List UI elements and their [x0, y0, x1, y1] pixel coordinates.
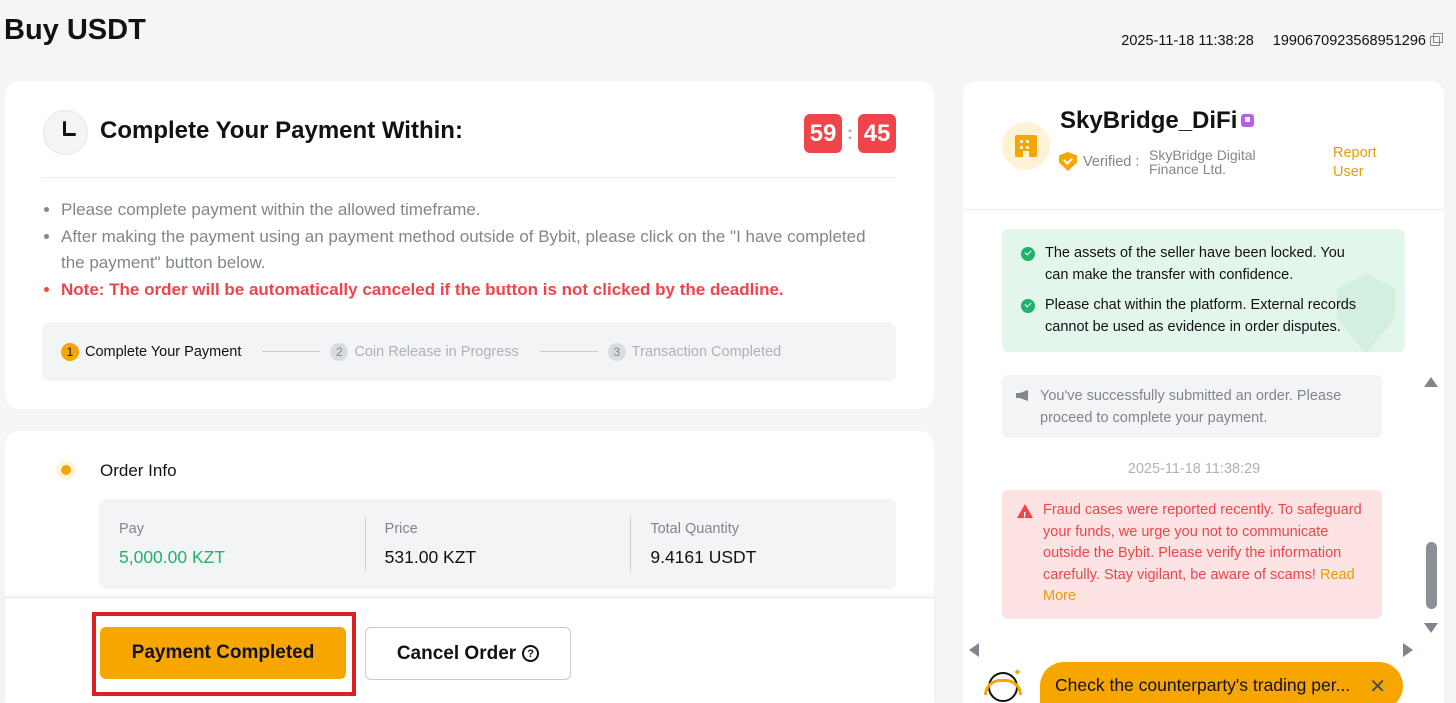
- scroll-right-arrow-icon[interactable]: [1403, 643, 1413, 657]
- seller-name[interactable]: SkyBridge_DiFi: [1060, 107, 1237, 135]
- price-column: Price 531.00 KZT: [364, 499, 631, 589]
- support-avatar[interactable]: ✦: [984, 666, 1022, 703]
- megaphone-icon: [1016, 390, 1030, 401]
- check-circle-icon: [1021, 299, 1035, 313]
- company-name: SkyBridge Digital Finance Ltd.: [1149, 147, 1256, 177]
- message-timestamp: 2025-11-18 11:38:29: [1127, 461, 1261, 477]
- pay-label: Pay: [119, 521, 144, 537]
- system-message-text: You've successfully submitted an order. …: [1040, 388, 1342, 426]
- price-value: 531.00 KZT: [384, 547, 477, 567]
- assurance-text: The assets of the seller have been locke…: [1045, 245, 1345, 283]
- payment-timer-card: Complete Your Payment Within: 59 : 45 Pl…: [5, 81, 934, 409]
- report-user-link[interactable]: Report User: [1333, 144, 1393, 182]
- dot-icon: [56, 460, 76, 480]
- scroll-down-arrow-icon[interactable]: [1424, 623, 1438, 633]
- step-number: 2: [330, 342, 349, 361]
- pay-column: Pay 5,000.00 KZT: [99, 499, 365, 589]
- quantity-column: Total Quantity 9.4161 USDT: [630, 499, 896, 589]
- tip-bubble[interactable]: Check the counterparty's trading per... …: [1040, 662, 1403, 703]
- tip-text: Check the counterparty's trading per...: [1055, 675, 1351, 695]
- timer-title: Complete Your Payment Within:: [100, 117, 463, 144]
- sparkle-icon: ✦: [1012, 667, 1022, 679]
- check-circle-icon: [1021, 247, 1035, 261]
- verified-label: Verified :: [1083, 154, 1140, 170]
- system-message: You've successfully submitted an order. …: [1002, 375, 1382, 438]
- scrollbar-thumb[interactable]: [1426, 542, 1437, 609]
- page-title: Buy USDT: [4, 14, 146, 46]
- cancel-order-button[interactable]: Cancel Order ?: [365, 627, 571, 680]
- order-summary: Pay 5,000.00 KZT Price 531.00 KZT Total …: [99, 499, 896, 589]
- fraud-warning: Fraud cases were reported recently. To s…: [1002, 490, 1382, 619]
- countdown: 59 : 45: [804, 114, 896, 153]
- step-number: 1: [61, 342, 79, 361]
- divider: [42, 177, 896, 178]
- merchant-badge-icon: [1241, 114, 1254, 127]
- scroll-left-arrow-icon[interactable]: [969, 643, 979, 657]
- cancel-order-label: Cancel Order: [396, 642, 517, 664]
- note-warning: Note: The order will be automatically ca…: [61, 277, 881, 304]
- quantity-label: Total Quantity: [650, 521, 740, 537]
- building-icon: [1015, 135, 1037, 157]
- pay-value: 5,000.00 KZT: [119, 547, 226, 567]
- order-meta: 2025-11-18 11:38:28 1990670923568951296: [1121, 33, 1443, 49]
- step-label: Transaction Completed: [631, 343, 782, 360]
- countdown-separator: :: [847, 123, 853, 143]
- order-info-title: Order Info: [100, 461, 177, 480]
- payment-notes: Please complete payment within the allow…: [61, 197, 881, 303]
- step-number: 3: [607, 342, 626, 361]
- copy-icon[interactable]: [1430, 33, 1443, 46]
- scroll-up-arrow-icon[interactable]: [1424, 377, 1438, 387]
- countdown-minutes: 59: [804, 114, 842, 153]
- warning-icon: [1017, 504, 1033, 518]
- step-label: Coin Release in Progress: [354, 343, 519, 360]
- order-id-text: 1990670923568951296: [1272, 33, 1426, 49]
- step-connector: [262, 351, 321, 352]
- step-label: Complete Your Payment: [85, 343, 242, 360]
- seller-assurance: The assets of the seller have been locke…: [1002, 229, 1405, 352]
- step-1: 1 Complete Your Payment: [61, 342, 242, 361]
- step-2: 2 Coin Release in Progress: [330, 342, 519, 361]
- fraud-warning-text: Fraud cases were reported recently. To s…: [1043, 502, 1362, 583]
- shield-check-icon: [1059, 152, 1077, 171]
- close-icon[interactable]: ✕: [1369, 674, 1386, 699]
- help-icon: ?: [522, 645, 540, 662]
- order-id[interactable]: 1990670923568951296: [1272, 33, 1443, 49]
- clock-icon: [43, 110, 88, 155]
- note-item: Please complete payment within the allow…: [61, 197, 881, 224]
- payment-completed-button[interactable]: Payment Completed: [100, 627, 346, 679]
- step-connector: [539, 351, 598, 352]
- assurance-item: Please chat within the platform. Externa…: [1021, 295, 1371, 338]
- quantity-value: 9.4161 USDT: [650, 547, 757, 567]
- note-item: After making the payment using an paymen…: [61, 224, 881, 277]
- chat-panel: SkyBridge_DiFi Verified : SkyBridge Digi…: [963, 81, 1444, 703]
- countdown-seconds: 45: [858, 114, 896, 153]
- step-3: 3 Transaction Completed: [607, 342, 782, 361]
- avatar[interactable]: [1002, 122, 1050, 170]
- price-label: Price: [384, 521, 418, 537]
- divider: [963, 209, 1444, 210]
- assurance-text: Please chat within the platform. Externa…: [1045, 297, 1357, 335]
- progress-steps: 1 Complete Your Payment 2 Coin Release i…: [42, 322, 896, 381]
- assurance-item: The assets of the seller have been locke…: [1021, 243, 1371, 286]
- order-timestamp: 2025-11-18 11:38:28: [1121, 33, 1254, 49]
